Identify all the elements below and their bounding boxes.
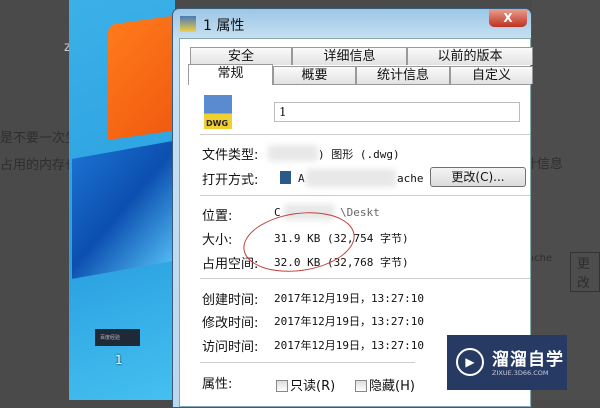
modified-label: 修改时间: (202, 316, 259, 331)
location-label: 位置: (202, 209, 233, 224)
dwg-file-icon (180, 16, 196, 32)
bg-text: 占用的内存也 (0, 158, 69, 173)
file-type-value: ) 图形 (.dwg) (318, 148, 400, 161)
readonly-label: 只读(R) (290, 379, 336, 394)
tab-statistics[interactable]: 统计信息 (356, 66, 450, 84)
title-bar[interactable]: 1 属性 X (173, 9, 531, 37)
tab-summary[interactable]: 概要 (273, 66, 356, 84)
watermark: ▶ 溜溜自学 ZIXUE.3D66.COM (447, 335, 567, 390)
close-button[interactable]: X (489, 9, 527, 27)
bg-text: 是不要一次生 (0, 131, 69, 146)
open-with-label: 打开方式: (202, 173, 259, 188)
desktop-file-label[interactable]: 1 (115, 353, 123, 367)
readonly-checkbox[interactable]: 只读(R) (276, 375, 335, 394)
tab-previous-versions[interactable]: 以前的版本 (407, 47, 533, 65)
attributes-label: 属性: (202, 377, 233, 392)
bg-text: 更改 (570, 252, 600, 292)
hidden-label: 隐藏(H) (369, 379, 415, 394)
watermark-name: 溜溜自学 (492, 350, 564, 370)
file-thumbnail[interactable]: 百度经验 (95, 329, 140, 346)
accessed-value: 2017年12月19日，13:27:10 (274, 339, 424, 352)
change-button[interactable]: 更改(C)... (430, 167, 526, 187)
windows-logo (108, 15, 178, 140)
tab-details[interactable]: 详细信息 (292, 47, 407, 65)
open-with-value: A (298, 172, 305, 185)
play-icon: ▶ (456, 348, 484, 376)
created-label: 创建时间: (202, 293, 259, 308)
dwg-file-icon: DWG (204, 95, 232, 129)
tab-custom[interactable]: 自定义 (450, 66, 533, 84)
app-icon (280, 171, 291, 184)
modified-value: 2017年12月19日，13:27:10 (274, 315, 424, 328)
hidden-checkbox[interactable]: 隐藏(H) (355, 375, 415, 394)
dialog-title: 1 属性 (203, 18, 245, 34)
watermark-url: ZIXUE.3D66.COM (492, 369, 549, 377)
file-type-label: 文件类型: (202, 148, 259, 163)
accessed-label: 访问时间: (202, 340, 259, 355)
tab-security[interactable]: 安全 (190, 47, 292, 65)
open-with-value-end: ache (397, 172, 424, 185)
windows-logo (72, 141, 172, 279)
created-value: 2017年12月19日，13:27:10 (274, 292, 424, 305)
tab-general[interactable]: 常规 (188, 64, 273, 85)
filename-input[interactable]: 1 (274, 102, 520, 122)
location-value-end: \Deskt (340, 206, 380, 219)
size-label: 大小: (202, 233, 233, 248)
